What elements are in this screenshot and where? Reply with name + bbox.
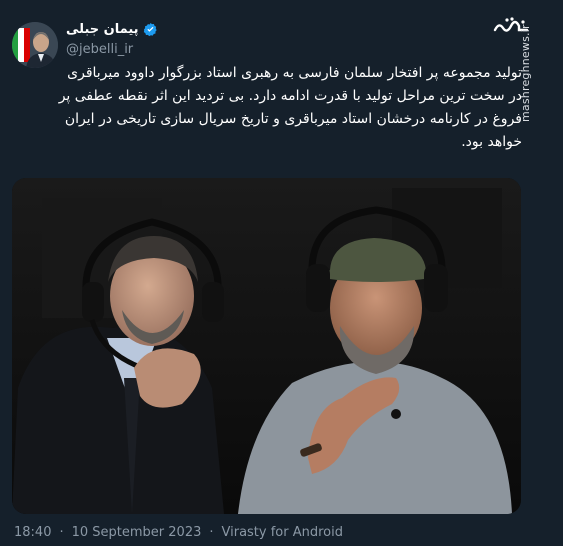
watermark-strip	[533, 0, 563, 546]
tweet-card: پیمان جبلی @jebelli_ir تولید مجموعه پر ا…	[0, 0, 532, 546]
tweet-date[interactable]: 10 September 2023	[72, 525, 202, 540]
author-name-row: پیمان جبلی	[66, 19, 158, 39]
meta-separator: ·	[59, 525, 64, 540]
watermark-site: mashreghnews.ir	[519, 24, 532, 122]
tweet-photo[interactable]	[12, 178, 521, 514]
meta-separator: ·	[209, 525, 214, 540]
tweet-meta: 18:40 · 10 September 2023 · Virasty for …	[14, 525, 343, 540]
verified-badge-icon	[143, 22, 157, 36]
tweet-time[interactable]: 18:40	[14, 525, 51, 540]
tweet-source[interactable]: Virasty for Android	[222, 525, 344, 540]
tweet-text: تولید مجموعه پر افتخار سلمان فارسی به ره…	[58, 65, 522, 150]
author-handle[interactable]: @jebelli_ir	[66, 42, 133, 57]
author-name[interactable]: پیمان جبلی	[66, 22, 139, 37]
